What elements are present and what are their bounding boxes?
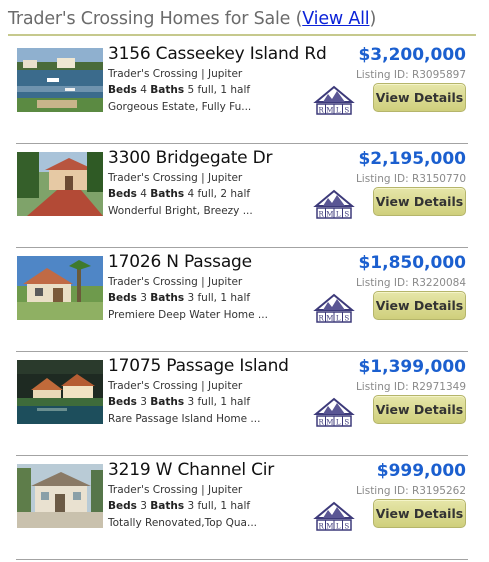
beds-label: Beds [108, 396, 137, 408]
listing-id: Listing ID: R3220084 [355, 277, 466, 289]
listing-price: $2,195,000 [358, 149, 466, 169]
svg-text:S: S [344, 210, 349, 218]
svg-text:M: M [326, 210, 333, 218]
listing-address[interactable]: 3156 Casseekey Island Rd [108, 44, 327, 64]
listing-price: $999,000 [376, 461, 466, 481]
svg-text:M: M [326, 522, 333, 530]
svg-text:S: S [344, 418, 349, 426]
beds-count: 4 [140, 84, 147, 96]
listing-item: 3219 W Channel Cir Trader's Crossing | J… [16, 456, 468, 560]
baths-detail: 3 full, 1 half [187, 292, 251, 304]
listing-address[interactable]: 17026 N Passage [108, 252, 252, 272]
svg-text:L: L [336, 314, 341, 322]
view-all-link[interactable]: View All [302, 9, 369, 29]
beds-label: Beds [108, 500, 137, 512]
rmls-logo-icon: R M L S [313, 396, 355, 430]
baths-label: Baths [150, 84, 185, 96]
listing-description: Wonderful Bright, Breezy ... [108, 205, 253, 217]
svg-text:R: R [319, 210, 325, 218]
listing-beds-baths: Beds 4 Baths 4 full, 2 half [108, 188, 250, 200]
listing-location: Trader's Crossing | Jupiter [108, 172, 243, 184]
listing-id: Listing ID: R3150770 [355, 173, 466, 185]
listing-address[interactable]: 3300 Bridgegate Dr [108, 148, 273, 168]
listing-item: 3156 Casseekey Island Rd Trader's Crossi… [16, 40, 468, 144]
property-photo[interactable] [17, 256, 103, 320]
svg-text:R: R [319, 106, 325, 114]
property-photo[interactable] [17, 360, 103, 424]
listing-location: Trader's Crossing | Jupiter [108, 484, 243, 496]
close-paren: ) [369, 9, 377, 29]
listing-beds-baths: Beds 3 Baths 3 full, 1 half [108, 396, 250, 408]
view-details-button[interactable]: View Details [373, 499, 466, 528]
svg-text:M: M [326, 314, 333, 322]
baths-label: Baths [150, 396, 185, 408]
baths-label: Baths [150, 292, 185, 304]
baths-detail: 5 full, 1 half [187, 84, 251, 96]
section-title-text: Trader's Crossing Homes for Sale [8, 9, 291, 29]
baths-detail: 3 full, 1 half [187, 396, 251, 408]
svg-text:R: R [319, 522, 325, 530]
section-header: Trader's Crossing Homes for Sale (View A… [8, 6, 476, 36]
svg-text:L: L [336, 522, 341, 530]
rmls-logo-icon: R M L S [313, 292, 355, 326]
listing-beds-baths: Beds 3 Baths 3 full, 1 half [108, 500, 250, 512]
property-photo[interactable] [17, 152, 103, 216]
svg-text:L: L [336, 210, 341, 218]
listing-description: Totally Renovated,Top Qua... [108, 517, 258, 529]
listing-id: Listing ID: R2971349 [355, 381, 466, 393]
baths-detail: 4 full, 2 half [187, 188, 251, 200]
beds-count: 3 [140, 500, 147, 512]
beds-label: Beds [108, 188, 137, 200]
svg-text:S: S [344, 314, 349, 322]
svg-text:R: R [319, 314, 325, 322]
listing-description: Premiere Deep Water Home ... [108, 309, 268, 321]
listing-id: Listing ID: R3095897 [355, 69, 466, 81]
beds-count: 3 [140, 396, 147, 408]
listing-price: $3,200,000 [358, 45, 466, 65]
beds-label: Beds [108, 292, 137, 304]
svg-text:S: S [344, 106, 349, 114]
rmls-logo-icon: R M L S [313, 84, 355, 118]
section-title: Trader's Crossing Homes for Sale (View A… [8, 6, 476, 32]
listing-location: Trader's Crossing | Jupiter [108, 276, 243, 288]
svg-text:S: S [344, 522, 349, 530]
view-details-button[interactable]: View Details [373, 291, 466, 320]
listing-address[interactable]: 17075 Passage Island [108, 356, 289, 376]
beds-count: 4 [140, 188, 147, 200]
svg-text:R: R [319, 418, 325, 426]
property-photo[interactable] [17, 464, 103, 528]
view-details-button[interactable]: View Details [373, 395, 466, 424]
listing-location: Trader's Crossing | Jupiter [108, 380, 243, 392]
listing-id: Listing ID: R3195262 [355, 485, 466, 497]
listing-beds-baths: Beds 3 Baths 3 full, 1 half [108, 292, 250, 304]
listing-beds-baths: Beds 4 Baths 5 full, 1 half [108, 84, 250, 96]
beds-label: Beds [108, 84, 137, 96]
baths-label: Baths [150, 188, 185, 200]
view-details-button[interactable]: View Details [373, 83, 466, 112]
svg-text:L: L [336, 418, 341, 426]
listing-address[interactable]: 3219 W Channel Cir [108, 460, 274, 480]
rmls-logo-icon: R M L S [313, 500, 355, 534]
svg-text:M: M [326, 418, 333, 426]
listing-description: Rare Passage Island Home ... [108, 413, 261, 425]
beds-count: 3 [140, 292, 147, 304]
view-details-button[interactable]: View Details [373, 187, 466, 216]
listing-price: $1,399,000 [358, 357, 466, 377]
listing-description: Gorgeous Estate, Fully Fu... [108, 101, 252, 113]
listing-item: 3300 Bridgegate Dr Trader's Crossing | J… [16, 144, 468, 248]
listing-price: $1,850,000 [358, 253, 466, 273]
listing-item: 17026 N Passage Trader's Crossing | Jupi… [16, 248, 468, 352]
property-photo[interactable] [17, 48, 103, 112]
listing-location: Trader's Crossing | Jupiter [108, 68, 243, 80]
baths-label: Baths [150, 500, 185, 512]
rmls-logo-icon: R M L S [313, 188, 355, 222]
svg-text:L: L [336, 106, 341, 114]
listing-item: 17075 Passage Island Trader's Crossing |… [16, 352, 468, 456]
svg-text:M: M [326, 106, 333, 114]
baths-detail: 3 full, 1 half [187, 500, 251, 512]
